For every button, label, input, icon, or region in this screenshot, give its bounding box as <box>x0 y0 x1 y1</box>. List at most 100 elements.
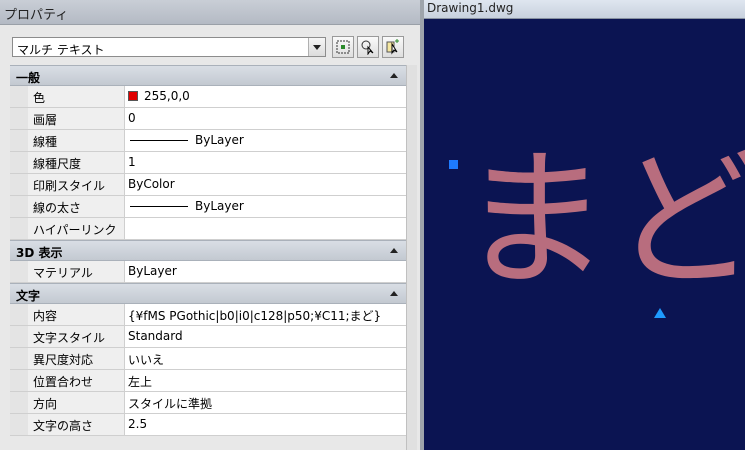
collapse-icon[interactable] <box>390 248 398 253</box>
linetype-sample <box>130 140 188 141</box>
property-name-text: 線種 <box>33 135 58 149</box>
property-row[interactable]: 線種尺度 1 <box>10 152 406 174</box>
category-title: 文字 <box>16 289 41 303</box>
property-value-text: Standard <box>128 329 183 343</box>
property-row[interactable]: 線の太さ ByLayer <box>10 196 406 218</box>
category-header[interactable]: 3D 表示 <box>10 240 406 261</box>
property-row[interactable]: 線種 ByLayer <box>10 130 406 152</box>
collapse-icon[interactable] <box>390 73 398 78</box>
width-grip[interactable] <box>654 308 666 318</box>
color-swatch <box>128 91 138 101</box>
property-row[interactable]: 方向 スタイルに準拠 <box>10 392 406 414</box>
property-value[interactable]: 255,0,0 <box>125 86 406 107</box>
row-gutter <box>10 174 28 195</box>
insertion-grip[interactable] <box>449 160 458 169</box>
row-gutter <box>10 304 28 325</box>
property-row[interactable]: 文字スタイル Standard <box>10 326 406 348</box>
property-name: 位置合わせ <box>28 370 125 391</box>
property-name-text: 線の太さ <box>33 201 82 215</box>
property-name-text: 画層 <box>33 113 58 127</box>
property-name-text: 文字スタイル <box>33 331 106 345</box>
property-name: 線種尺度 <box>28 152 125 173</box>
row-gutter <box>10 130 28 151</box>
property-value-text: {¥fMS PGothic|b0|i0|c128|p50;¥C11;まど} <box>128 309 382 323</box>
property-value[interactable]: ByLayer <box>125 130 406 151</box>
category-header[interactable]: 文字 <box>10 283 406 304</box>
toggle-pickadd-button[interactable] <box>382 36 404 58</box>
property-row[interactable]: 色 255,0,0 <box>10 86 406 108</box>
property-value-text: 2.5 <box>128 417 148 431</box>
property-value[interactable]: ByLayer <box>125 261 406 282</box>
category-title: 一般 <box>16 71 41 85</box>
property-name-text: 位置合わせ <box>33 375 94 389</box>
chevron-down-icon[interactable] <box>308 38 325 56</box>
property-name-text: ハイパーリンク <box>33 223 117 237</box>
property-row[interactable]: 印刷スタイル ByColor <box>10 174 406 196</box>
property-name-text: 色 <box>33 91 46 105</box>
property-row[interactable]: ハイパーリンク <box>10 218 406 240</box>
property-value[interactable]: 1 <box>125 152 406 173</box>
property-value-text: 0 <box>128 111 136 125</box>
property-value[interactable]: 0 <box>125 108 406 129</box>
category-header[interactable]: 一般 <box>10 65 406 86</box>
property-value[interactable]: ByColor <box>125 174 406 195</box>
property-value-text: ByLayer <box>128 264 177 278</box>
property-row[interactable]: 画層 0 <box>10 108 406 130</box>
property-value-text: ByColor <box>128 177 175 191</box>
property-value[interactable]: Standard <box>125 326 406 347</box>
property-name: 異尺度対応 <box>28 348 125 369</box>
select-objects-button[interactable] <box>332 36 354 58</box>
property-value[interactable]: スタイルに準拠 <box>125 392 406 413</box>
property-name-text: 印刷スタイル <box>33 179 106 193</box>
property-value-text: ByLayer <box>195 133 244 147</box>
mtext-object[interactable]: まど <box>460 146 745 296</box>
property-value-text: 255,0,0 <box>144 89 190 103</box>
row-gutter <box>10 218 28 239</box>
property-name-text: 内容 <box>33 309 58 323</box>
property-value[interactable] <box>125 218 406 239</box>
object-type-value: マルチ テキスト <box>17 43 105 57</box>
property-row[interactable]: 位置合わせ 左上 <box>10 370 406 392</box>
property-name: 文字スタイル <box>28 326 125 347</box>
property-name-text: 方向 <box>33 397 58 411</box>
property-name: 線の太さ <box>28 196 125 217</box>
property-value[interactable]: 2.5 <box>125 414 406 435</box>
property-value-text: いいえ <box>128 353 165 367</box>
property-value-text: 1 <box>128 155 136 169</box>
row-gutter <box>10 261 28 282</box>
property-value[interactable]: 左上 <box>125 370 406 391</box>
property-name: ハイパーリンク <box>28 218 125 239</box>
property-name: 文字の高さ <box>28 414 125 435</box>
property-name: 色 <box>28 86 125 107</box>
property-name-text: 線種尺度 <box>33 157 82 171</box>
row-gutter <box>10 414 28 435</box>
property-value[interactable]: いいえ <box>125 348 406 369</box>
row-gutter <box>10 108 28 129</box>
property-value-text: 左上 <box>128 375 153 389</box>
category-title: 3D 表示 <box>16 246 63 260</box>
property-name: 印刷スタイル <box>28 174 125 195</box>
drawing-tab[interactable]: Drawing1.dwg <box>424 0 745 19</box>
property-row[interactable]: 文字の高さ 2.5 <box>10 414 406 436</box>
palette-titlebar[interactable]: プロパティ <box>0 0 420 25</box>
collapse-icon[interactable] <box>390 291 398 296</box>
property-row[interactable]: マテリアル ByLayer <box>10 261 406 283</box>
property-name: 方向 <box>28 392 125 413</box>
property-row[interactable]: 内容 {¥fMS PGothic|b0|i0|c128|p50;¥C11;まど} <box>10 304 406 326</box>
row-gutter <box>10 152 28 173</box>
palette-title: プロパティ <box>4 8 69 23</box>
property-name: マテリアル <box>28 261 125 282</box>
palette-scrollbar[interactable] <box>406 65 417 450</box>
property-name-text: マテリアル <box>33 266 93 280</box>
property-value-text: ByLayer <box>195 199 244 213</box>
property-value[interactable]: ByLayer <box>125 196 406 217</box>
property-name: 画層 <box>28 108 125 129</box>
row-gutter <box>10 392 28 413</box>
property-name: 線種 <box>28 130 125 151</box>
row-gutter <box>10 348 28 369</box>
property-row[interactable]: 異尺度対応 いいえ <box>10 348 406 370</box>
object-type-dropdown[interactable]: マルチ テキスト <box>12 37 326 57</box>
property-name-text: 文字の高さ <box>33 419 94 433</box>
property-value[interactable]: {¥fMS PGothic|b0|i0|c128|p50;¥C11;まど} <box>125 304 406 325</box>
quick-select-button[interactable] <box>357 36 379 58</box>
